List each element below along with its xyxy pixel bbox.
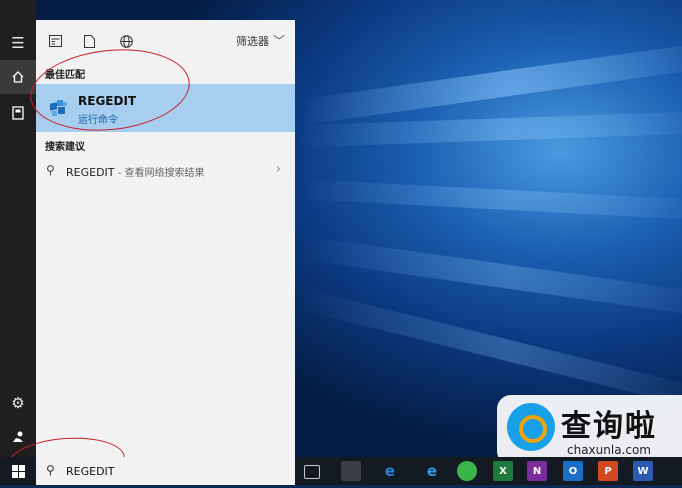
taskbar-search-box[interactable]: ⚲ REGEDIT (36, 457, 295, 485)
suggestion-note: - 查看网络搜索结果 (114, 168, 205, 179)
watermark: 查询啦 chaxunla.com (497, 395, 682, 465)
ie-icon[interactable]: e (380, 461, 400, 481)
wallpaper-beam (300, 40, 682, 126)
taskbar: ⚲ REGEDIT e e X N O P W (0, 457, 682, 485)
globe-icon[interactable] (118, 33, 134, 49)
search-suggestions-heading: 搜索建议 (45, 142, 85, 153)
chaxunla-logo-icon (507, 403, 555, 451)
filter-dropdown[interactable]: 筛选器 ﹀ (236, 32, 285, 49)
chevron-down-icon: ﹀ (272, 34, 285, 48)
edge-icon[interactable]: e (422, 461, 442, 481)
search-icon: ⚲ (46, 463, 55, 477)
windows-logo-icon (11, 464, 25, 478)
app360-icon[interactable] (457, 461, 477, 481)
search-icon: ⚲ (46, 163, 55, 177)
settings-gear-icon[interactable]: ⚙ (0, 386, 36, 420)
store-icon[interactable] (341, 461, 361, 481)
suggestion-text: REGEDIT - 查看网络搜索结果 (66, 164, 204, 179)
search-suggestion-item[interactable]: ⚲ REGEDIT - 查看网络搜索结果 › (36, 158, 295, 184)
document-icon[interactable] (81, 33, 97, 49)
watermark-en-text: chaxunla.com (567, 443, 651, 457)
excel-icon[interactable]: X (493, 461, 513, 481)
watermark-cn-text: 查询啦 (561, 409, 657, 444)
word-icon[interactable]: W (633, 461, 653, 481)
start-rail: ☰ ⚙ (0, 0, 36, 457)
start-button[interactable] (0, 457, 36, 485)
outlook-icon[interactable]: O (563, 461, 583, 481)
powerpoint-icon[interactable]: P (598, 461, 618, 481)
task-view-icon[interactable] (304, 465, 320, 479)
apps-icon[interactable] (47, 33, 63, 49)
wallpaper-beam (300, 178, 682, 222)
search-query-text: REGEDIT (66, 465, 115, 478)
suggestion-query: REGEDIT (66, 166, 115, 179)
hamburger-menu-icon[interactable]: ☰ (0, 26, 36, 60)
chevron-right-icon[interactable]: › (276, 162, 281, 177)
onenote-icon[interactable]: N (527, 461, 547, 481)
filter-label: 筛选器 (235, 34, 269, 48)
